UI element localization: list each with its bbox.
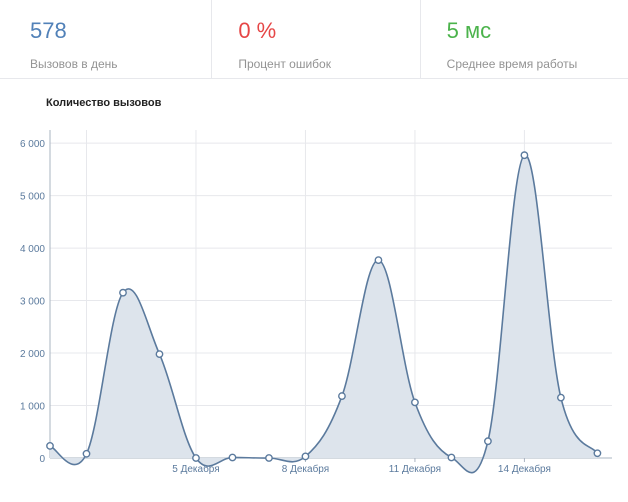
y-tick-label: 5 000 bbox=[20, 192, 45, 203]
data-point bbox=[228, 453, 237, 462]
calls-chart: 01 0002 0003 0004 0005 0006 0005 Декабря… bbox=[20, 130, 612, 475]
y-tick-label: 1 000 bbox=[20, 402, 45, 413]
data-point bbox=[155, 350, 164, 358]
data-point bbox=[46, 442, 54, 450]
x-tick-label: 14 Декабря bbox=[498, 463, 551, 475]
data-point bbox=[192, 454, 200, 462]
data-point bbox=[374, 256, 383, 265]
data-point bbox=[82, 449, 91, 458]
y-tick-label: 6 000 bbox=[20, 139, 45, 150]
y-tick-label: 2 000 bbox=[20, 349, 45, 360]
data-point bbox=[484, 437, 492, 446]
data-point bbox=[447, 453, 456, 462]
data-point bbox=[520, 151, 529, 160]
data-point bbox=[301, 452, 310, 461]
data-point bbox=[338, 392, 346, 400]
x-tick-label: 11 Декабря bbox=[389, 463, 441, 475]
data-point bbox=[557, 393, 565, 402]
y-tick-label: 0 bbox=[39, 454, 45, 465]
y-tick-label: 4 000 bbox=[20, 244, 45, 255]
y-tick-label: 3 000 bbox=[20, 297, 45, 308]
data-point bbox=[411, 398, 419, 407]
data-point bbox=[119, 288, 127, 297]
data-point bbox=[593, 449, 602, 458]
series-area bbox=[50, 154, 598, 473]
data-point bbox=[265, 454, 273, 462]
x-tick-label: 8 Декабря bbox=[282, 463, 329, 475]
